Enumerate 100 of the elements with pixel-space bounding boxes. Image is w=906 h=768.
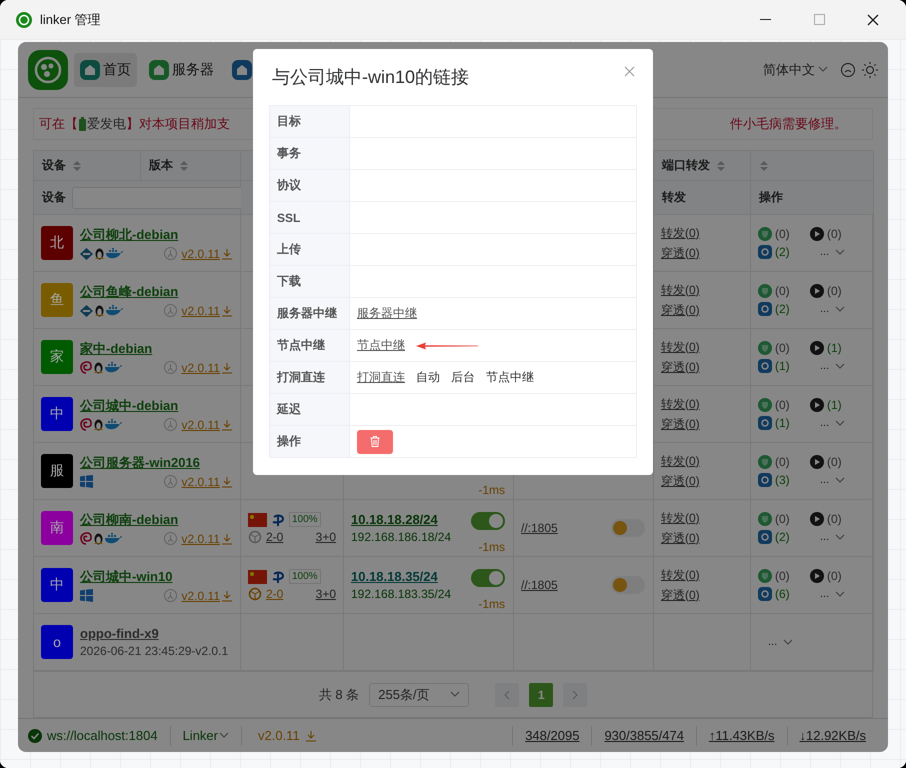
tunnel-count[interactable]: (1)	[775, 416, 790, 430]
version-link[interactable]: v2.0.11	[182, 532, 220, 546]
forward-link[interactable]: 转发(0)	[661, 566, 743, 584]
penetrate-link[interactable]: 穿透(0)	[661, 358, 743, 376]
delete-button[interactable]	[357, 430, 393, 454]
route-link[interactable]: 2-0	[266, 587, 284, 601]
person-icon	[164, 247, 177, 260]
column-header[interactable]	[751, 151, 874, 181]
device-name-link[interactable]: 公司鱼峰-debian	[80, 282, 233, 300]
version-link[interactable]: v2.0.11	[182, 474, 220, 488]
page-button[interactable]: 1	[529, 682, 554, 706]
penetrate-link[interactable]: 穿透(0)	[661, 472, 743, 490]
connection-count-link[interactable]: 3+0	[316, 587, 336, 601]
next-page-button[interactable]	[563, 682, 588, 706]
column-header[interactable]: 设备	[34, 151, 141, 181]
stat-link[interactable]: 348/2095	[525, 728, 580, 743]
penetrate-link[interactable]: 穿透(0)	[661, 530, 743, 546]
nav-tab[interactable]: 首页	[74, 52, 137, 86]
tunnel-switch[interactable]	[471, 512, 505, 530]
shield-count[interactable]: (0)	[775, 341, 790, 355]
penetrate-link[interactable]: 穿透(0)	[661, 302, 743, 318]
shield-count[interactable]: (0)	[775, 512, 790, 526]
play-count[interactable]: (0)	[827, 284, 842, 298]
home-icon	[80, 60, 100, 80]
virtual-ip-link[interactable]: 10.18.18.35/24	[351, 569, 506, 584]
previous-page-button[interactable]	[495, 682, 520, 706]
penetrate-link[interactable]: 穿透(0)	[661, 244, 743, 262]
more-menu-button[interactable]: ...	[810, 246, 860, 258]
more-menu-button[interactable]: ...	[810, 303, 860, 315]
play-count[interactable]: (1)	[827, 341, 842, 355]
stat-link[interactable]: ↓12.92KB/s	[800, 728, 866, 743]
forward-link[interactable]: 转发(0)	[661, 396, 743, 412]
page-size-select[interactable]: 255条/页	[369, 682, 470, 706]
tunnel-switch[interactable]	[471, 569, 505, 587]
port-link[interactable]: //:1805	[521, 521, 558, 535]
version-link[interactable]: v2.0.11	[182, 246, 220, 260]
shield-icon	[758, 227, 772, 241]
tunnel-count[interactable]: (2)	[775, 530, 790, 544]
device-name-link[interactable]: 公司城中-win10	[80, 568, 233, 586]
nav-tab[interactable]: 服务器	[143, 52, 220, 86]
forward-link[interactable]: 转发(0)	[661, 224, 743, 242]
app-menu-button[interactable]: Linker	[182, 728, 229, 743]
tunnel-count[interactable]: (1)	[775, 359, 790, 373]
version-link[interactable]: v2.0.11	[182, 588, 220, 602]
version-link[interactable]: v2.0.11	[258, 728, 300, 743]
port-link[interactable]: //:1805	[521, 578, 558, 592]
tunnel-count[interactable]: (2)	[775, 302, 790, 316]
port-switch[interactable]	[611, 576, 645, 594]
device-name-link[interactable]: 公司柳南-debian	[80, 510, 233, 528]
device-name-link[interactable]: 家中-debian	[80, 340, 233, 358]
shield-count[interactable]: (0)	[775, 227, 790, 241]
tunnel-count[interactable]: (2)	[775, 245, 790, 259]
device-name-link[interactable]: 公司城中-debian	[80, 396, 233, 414]
chevron-down-icon	[835, 306, 846, 312]
version-link[interactable]: v2.0.11	[182, 418, 220, 432]
relay-link[interactable]: 服务器中继	[357, 305, 417, 322]
tunnel-count[interactable]: (3)	[775, 473, 790, 487]
penetrate-link[interactable]: 穿透(0)	[661, 586, 743, 604]
tunnel-count[interactable]: (6)	[775, 587, 790, 601]
device-name-link[interactable]: oppo-find-x9	[80, 626, 233, 641]
stat-link[interactable]: ↑11.43KB/s	[708, 728, 774, 743]
more-menu-button[interactable]: ...	[810, 531, 860, 543]
play-count[interactable]: (0)	[827, 569, 842, 583]
virtual-ip-link[interactable]: 10.18.18.28/24	[351, 512, 506, 527]
relay-link[interactable]: 节点中继	[357, 337, 405, 354]
shield-count[interactable]: (0)	[775, 455, 790, 469]
more-menu-button[interactable]: ...	[810, 417, 860, 429]
play-count[interactable]: (1)	[827, 398, 842, 412]
connection-count-link[interactable]: 3+0	[316, 530, 336, 544]
forward-link[interactable]: 转发(0)	[661, 282, 743, 298]
forward-link[interactable]: 转发(0)	[661, 452, 743, 470]
route-link[interactable]: 2-0	[266, 530, 284, 544]
port-switch[interactable]	[611, 519, 645, 537]
more-menu-button[interactable]: ...	[758, 636, 866, 648]
forward-link[interactable]: 转发(0)	[661, 338, 743, 356]
sponsor-link[interactable]: 爱发电	[87, 115, 126, 133]
penetrate-link[interactable]: 穿透(0)	[661, 416, 743, 432]
field-label: SSL	[270, 202, 350, 234]
forward-link[interactable]: 转发(0)	[661, 510, 743, 526]
stat-link[interactable]: 930/3855/474	[604, 728, 684, 743]
device-name-link[interactable]: 公司服务器-win2016	[80, 454, 233, 472]
person-icon	[164, 418, 177, 431]
column-header[interactable]: 端口转发	[654, 151, 751, 181]
shield-count[interactable]: (0)	[775, 569, 790, 583]
column-header[interactable]: 版本	[141, 151, 241, 181]
version-link[interactable]: v2.0.11	[182, 304, 220, 318]
tunnel-icon	[758, 416, 772, 430]
relay-link[interactable]: 打洞直连	[357, 369, 405, 386]
shield-count[interactable]: (0)	[775, 398, 790, 412]
version-link[interactable]: v2.0.11	[182, 360, 220, 374]
play-count[interactable]: (0)	[827, 227, 842, 241]
play-count[interactable]: (0)	[827, 455, 842, 469]
shield-count[interactable]: (0)	[775, 284, 790, 298]
play-count[interactable]: (0)	[827, 512, 842, 526]
more-menu-button[interactable]: ...	[810, 474, 860, 486]
more-menu-button[interactable]: ...	[810, 588, 860, 600]
more-menu-button[interactable]: ...	[810, 360, 860, 372]
language-select[interactable]: 简体中文	[757, 60, 834, 80]
signal-percent: 100%	[289, 512, 321, 527]
device-name-link[interactable]: 公司柳北-debian	[80, 226, 233, 244]
